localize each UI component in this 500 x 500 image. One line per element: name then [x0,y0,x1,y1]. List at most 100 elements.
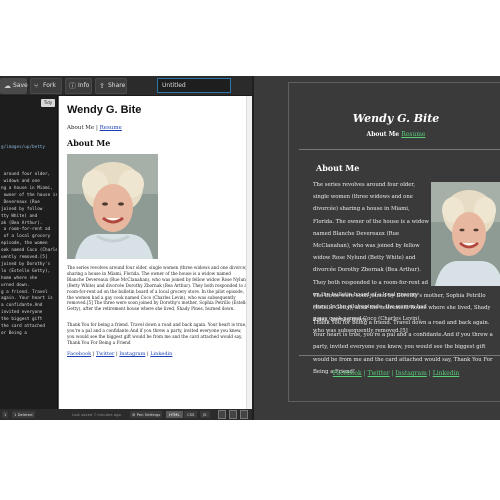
code-line[interactable] [1,338,57,345]
fork-button[interactable]: ⑂ Fork [30,78,62,94]
code-line[interactable]: ng a house in Miami, [1,186,57,193]
share-icon: ⇪ [99,82,105,90]
code-line[interactable]: uently removed.[5] [1,255,57,262]
code-line[interactable]: lo (Estelle Getty), [1,269,57,276]
code-line[interactable] [1,386,57,393]
tab-js[interactable]: JS [200,411,210,418]
preview-link-instagram[interactable]: Instagram [119,351,145,357]
link-separator: | [146,351,149,357]
top-margin [0,0,500,76]
code-line[interactable]: ook named Coco (Charles [1,248,57,255]
page-frame: Wendy G. Bite About Me Resume About Me T… [288,82,500,402]
divider [299,355,500,356]
html-code-editor[interactable]: Tidy g/images/up/betty around four older… [0,96,58,409]
code-line[interactable] [1,158,57,165]
code-line[interactable] [1,393,57,400]
deleted-indicator[interactable]: 1 Deleted [12,411,35,418]
link-twitter[interactable]: Twitter [368,370,390,377]
preview-link-twitter[interactable]: Twitter [96,351,114,357]
link-separator: | [363,370,366,377]
full-page-view: Wendy G. Bite About Me Resume About Me T… [252,76,500,420]
about-paragraph-2: Thank You for being a friend. Travel dow… [313,320,493,375]
info-label: Info [78,82,90,89]
layout-icon[interactable] [229,410,237,419]
tab-css[interactable]: CSS [184,411,198,418]
code-line[interactable]: Devereaux (Rue [1,200,57,207]
code-line[interactable] [1,352,57,359]
code-line[interactable] [1,124,57,131]
code-line[interactable]: home where she [1,276,57,283]
code-line[interactable] [1,131,57,138]
code-text[interactable]: g/images/up/betty around four older, wid… [1,110,57,407]
fork-label: Fork [43,82,56,89]
page-nav: About Me Resume [289,131,500,138]
code-line[interactable] [1,117,57,124]
preview-paragraph-1: The series revolves around four older, s… [67,265,249,312]
status-bar: 1 1 Deleted Last saved 7 minutes ago ⚙ P… [0,409,252,420]
link-separator: | [92,351,95,357]
link-facebook[interactable]: Facebook [333,370,362,377]
preview-pane: Wendy G. Bite About Me | Resume About Me [58,96,252,409]
code-line[interactable]: joined by Dorothy's [1,262,57,269]
code-line[interactable]: owner of the house is a [1,193,57,200]
code-line[interactable] [1,366,57,373]
profile-photo [431,182,500,286]
pen-title-input[interactable]: Untitled [157,78,231,93]
code-line[interactable] [1,400,57,407]
code-line[interactable]: g/images/up/betty [1,145,57,152]
share-label: Share [108,82,126,89]
editor-toolbar: ☁ Save ⑂ Fork ⓘ Info ⇪ Share Untitled [0,76,252,96]
code-line[interactable]: or Being a [1,331,57,338]
tab-html[interactable]: HTML [166,411,183,418]
nav-resume-link[interactable]: Resume [401,131,425,138]
code-line[interactable]: urned down. [1,283,57,290]
layout-icon[interactable] [240,410,248,419]
save-label: Save [13,82,28,89]
cloud-icon: ☁ [4,82,11,90]
preview-paragraph-2: Thank You for being a friend. Travel dow… [67,322,247,345]
social-links: Facebook | Twitter | Instagram | Linkedi… [289,370,500,377]
pen-settings-label: Pen Settings [136,412,161,417]
preview-link-linkedin[interactable]: Linkedin [150,351,172,357]
profile-photo-image [431,182,500,286]
code-line[interactable]: widows and one [1,179,57,186]
last-saved-text: Last saved 7 minutes ago [72,412,121,417]
preview-social-links: Facebook | Twitter | Instagram | Linkedi… [67,351,172,357]
code-line[interactable] [1,345,57,352]
code-line[interactable] [1,379,57,386]
preview-nav-resume-link[interactable]: Resume [100,125,122,131]
code-line[interactable] [1,110,57,117]
about-heading: About Me [316,163,360,173]
link-instagram[interactable]: Instagram [396,370,427,377]
profile-photo [67,154,158,259]
preview-link-facebook[interactable]: Facebook [67,351,91,357]
profile-photo-image [67,154,158,259]
link-linkedin[interactable]: Linkedin [433,370,460,377]
preview-page-title: Wendy G. Bite [67,104,142,116]
link-separator: | [428,370,431,377]
code-line[interactable]: joined by follow [1,207,57,214]
save-button[interactable]: ☁ Save [0,78,28,94]
share-button[interactable]: ⇪ Share [95,78,127,94]
layout-icon[interactable] [218,410,226,419]
pen-settings-button[interactable]: ⚙ Pen Settings [130,411,163,418]
code-line[interactable] [1,359,57,366]
console-count[interactable]: 1 [2,411,9,418]
code-line[interactable]: tty White) and [1,214,57,221]
tidy-button[interactable]: Tidy [41,99,55,107]
preview-about-heading: About Me [67,138,111,148]
code-line[interactable] [1,138,57,145]
code-line[interactable] [1,372,57,379]
bottom-margin [0,420,500,500]
divider [299,149,500,150]
code-line[interactable]: the card attached [1,324,57,331]
code-line[interactable] [1,151,57,158]
nav-about: About Me [366,131,400,138]
page-title: Wendy G. Bite [352,112,440,125]
preview-nav-separator: | [95,125,98,131]
preview-nav: About Me | Resume [67,125,122,131]
info-button[interactable]: ⓘ Info [65,78,92,94]
link-separator: | [391,370,394,377]
info-icon: ⓘ [69,82,76,90]
fork-icon: ⑂ [34,82,39,90]
